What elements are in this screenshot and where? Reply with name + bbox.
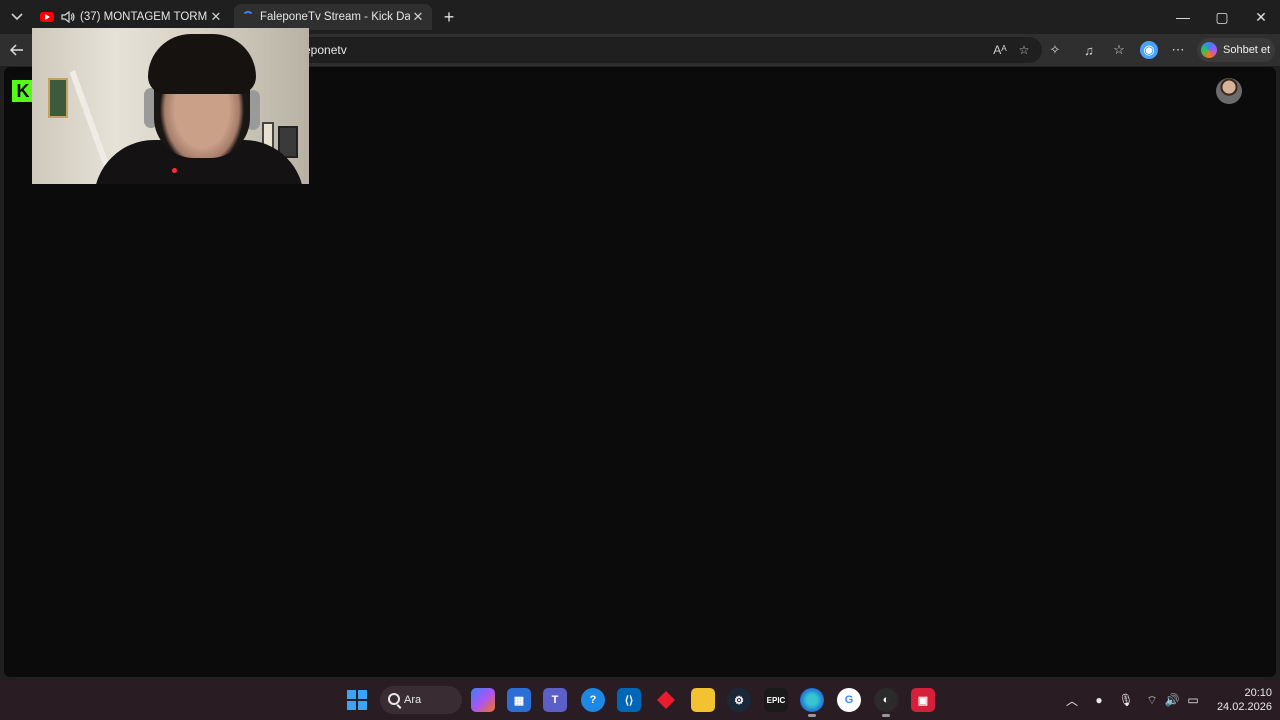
youtube-icon: [40, 12, 54, 22]
tab-title: FaleponeTv Stream - Kick Dashboa: [260, 11, 410, 23]
extensions-icon[interactable]: ✧: [1046, 41, 1064, 59]
kick-logo[interactable]: K: [12, 80, 34, 102]
active-app-indicator: [882, 714, 890, 717]
red-record-app-icon[interactable]: ▣: [911, 688, 935, 712]
more-options-icon[interactable]: ⋯: [1169, 41, 1187, 59]
diamond-icon: [657, 691, 675, 709]
edge-app-icon[interactable]: [800, 688, 824, 712]
close-window-button[interactable]: ✕: [1242, 0, 1280, 34]
read-aloud-icon[interactable]: Aᴬ: [992, 42, 1008, 58]
tab-title: (37) MONTAGEM TORMENTA: [80, 11, 208, 23]
tab-kick-dashboard[interactable]: FaleponeTv Stream - Kick Dashboa ✕: [234, 4, 432, 30]
clock-date: 24.02.2026: [1216, 701, 1272, 713]
webcam-overlay: [32, 28, 309, 184]
microphone-icon[interactable]: 🎙: [1117, 691, 1135, 709]
back-button[interactable]: [6, 39, 28, 61]
wifi-icon[interactable]: ⌔: [1143, 691, 1161, 709]
webcam-light-dot: [172, 168, 177, 173]
google-app-icon[interactable]: G: [837, 688, 861, 712]
tray-app-icon[interactable]: ●: [1090, 691, 1108, 709]
volume-icon[interactable]: 🔊: [1163, 691, 1181, 709]
steam-app-icon[interactable]: ⚙: [727, 688, 751, 712]
new-tab-button[interactable]: +: [440, 8, 458, 26]
tab-actions-menu-button[interactable]: [6, 6, 28, 28]
store-app-icon[interactable]: ▦: [507, 688, 531, 712]
minimize-button[interactable]: —: [1164, 0, 1202, 34]
maximize-button[interactable]: ▢: [1203, 0, 1241, 34]
battery-icon[interactable]: ▭: [1184, 691, 1202, 709]
epic-games-app-icon[interactable]: EPIC: [764, 688, 788, 712]
favorites-icon[interactable]: ☆: [1110, 41, 1128, 59]
taskbar: Ara ▦ T ? ⟨⟩ ⚙ EPIC G ◐ ▣ ︿ ● 🎙 ⌔ 🔊 ▭ 20…: [0, 680, 1280, 720]
copilot-label: Sohbet et: [1223, 44, 1271, 56]
red-diamond-app-icon[interactable]: [654, 688, 678, 712]
copilot-app-icon[interactable]: [471, 688, 495, 712]
profile-extension-icon[interactable]: ◉: [1140, 41, 1158, 59]
chevron-down-icon: [11, 13, 23, 21]
active-app-indicator: [808, 714, 816, 717]
media-control-icon[interactable]: ♫: [1080, 41, 1098, 59]
loading-spinner-icon: [242, 11, 254, 23]
tab-close-button[interactable]: ✕: [410, 9, 426, 25]
tab-close-button[interactable]: ✕: [208, 9, 224, 25]
search-icon: [388, 693, 400, 705]
windows-icon: [347, 690, 367, 710]
copilot-chat-button[interactable]: Sohbet et: [1197, 38, 1275, 62]
clock-time: 20:10: [1244, 687, 1272, 699]
start-button[interactable]: [345, 688, 369, 712]
webcam-picture-frame: [48, 78, 68, 118]
copilot-icon: [1201, 42, 1217, 58]
favorite-star-icon[interactable]: ☆: [1016, 42, 1032, 58]
speaker-icon[interactable]: [60, 9, 76, 25]
tab-youtube[interactable]: (37) MONTAGEM TORMENTA ✕: [34, 4, 230, 30]
taskbar-search[interactable]: Ara: [380, 686, 462, 714]
arrow-left-icon: [10, 44, 23, 56]
teams-app-icon[interactable]: T: [543, 688, 567, 712]
vscode-app-icon[interactable]: ⟨⟩: [617, 688, 641, 712]
avatar[interactable]: [1216, 78, 1242, 104]
help-app-icon[interactable]: ?: [581, 688, 605, 712]
search-label: Ara: [404, 694, 422, 706]
system-clock[interactable]: 20:10 24.02.2026: [1208, 686, 1272, 714]
file-explorer-icon[interactable]: [691, 688, 715, 712]
obs-app-icon[interactable]: ◐: [874, 688, 898, 712]
webcam-person-hair: [148, 34, 256, 94]
chevron-up-icon[interactable]: ︿: [1063, 691, 1081, 709]
address-url: eponetv: [304, 43, 347, 57]
